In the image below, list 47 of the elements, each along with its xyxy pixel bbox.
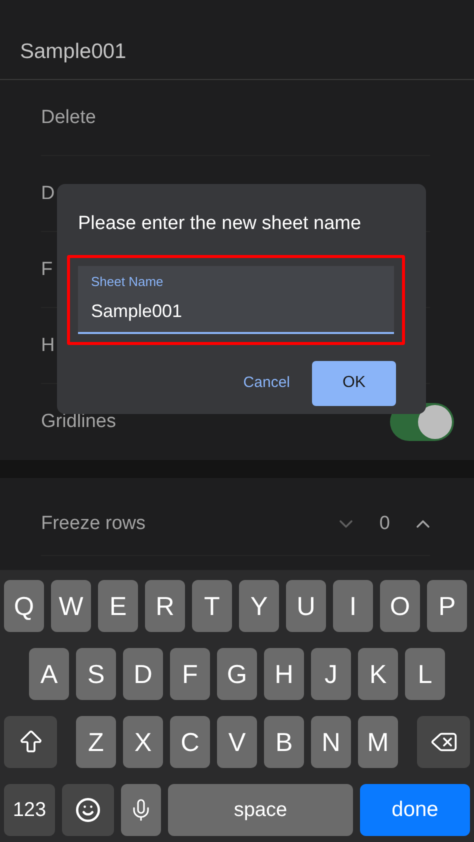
shift-key[interactable] [4,716,57,768]
keyboard-key[interactable]: Q [4,580,44,632]
menu-item-label[interactable]: D [41,180,55,208]
smiley-icon [75,797,101,823]
menu-item-label[interactable]: Delete [41,104,96,132]
backspace-key[interactable] [417,716,470,768]
keyboard-key[interactable]: N [311,716,351,768]
dialog-title: Please enter the new sheet name [77,212,362,236]
keyboard-key[interactable]: Z [76,716,116,768]
keyboard-key[interactable]: B [264,716,304,768]
freeze-rows-value: 0 [379,512,390,536]
field-value: Sample001 [91,300,184,323]
keyboard-key[interactable]: L [405,648,445,700]
dictation-key[interactable] [121,784,161,836]
keyboard-key[interactable]: W [51,580,91,632]
space-key[interactable]: space [168,784,353,836]
menu-item-label[interactable]: F [41,256,53,284]
freeze-rows-label: Freeze rows [41,512,147,536]
keyboard-key[interactable]: T [192,580,232,632]
keyboard-key[interactable]: I [333,580,373,632]
keyboard-key[interactable]: V [217,716,257,768]
emoji-key[interactable] [62,784,114,836]
ok-button[interactable]: OK [312,360,396,406]
done-key[interactable]: done [360,784,470,836]
keyboard-key[interactable]: X [123,716,163,768]
keyboard-key[interactable]: M [358,716,398,768]
keyboard-key[interactable]: U [286,580,326,632]
keyboard-key[interactable]: F [170,648,210,700]
numbers-key[interactable]: 123 [4,784,55,836]
keyboard-key[interactable]: A [29,648,69,700]
keyboard-key[interactable]: O [380,580,420,632]
menu-item-label[interactable]: H [41,332,55,360]
keyboard-key[interactable]: P [427,580,467,632]
keyboard-key[interactable]: S [76,648,116,700]
keyboard-key[interactable]: E [98,580,138,632]
sheet-name-field[interactable]: Sheet Name Sample001 [78,266,394,334]
keyboard-key[interactable]: H [264,648,304,700]
keyboard-key[interactable]: C [170,716,210,768]
keyboard-key[interactable]: J [311,648,351,700]
keyboard-key[interactable]: G [217,648,257,700]
keyboard-key[interactable]: D [123,648,163,700]
field-label: Sheet Name [91,273,164,292]
cancel-button[interactable]: Cancel [243,372,290,394]
keyboard-key[interactable]: R [145,580,185,632]
sheet-title: Sample001 [20,38,126,65]
keyboard-key[interactable]: Y [239,580,279,632]
keyboard-key[interactable]: K [358,648,398,700]
